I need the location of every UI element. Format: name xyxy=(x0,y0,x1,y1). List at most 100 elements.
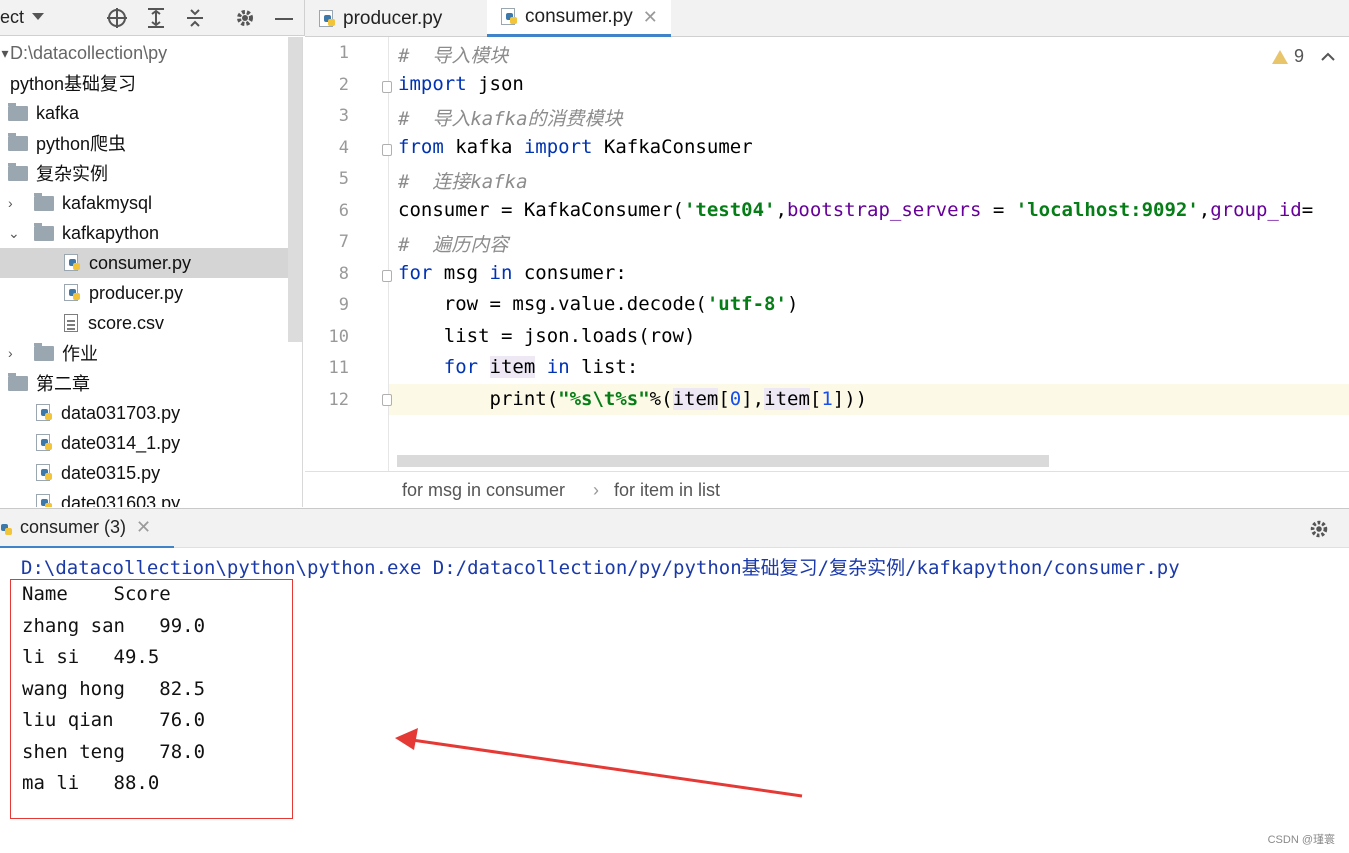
collapse-all-icon[interactable] xyxy=(183,6,207,30)
fold-icon[interactable] xyxy=(382,394,392,406)
chevron-down-icon[interactable] xyxy=(32,13,44,20)
code-line-1[interactable]: # 导入模块 xyxy=(398,41,508,68)
fold-icon[interactable] xyxy=(382,144,392,156)
line-number: 10 xyxy=(328,327,349,347)
tree-item[interactable]: python爬虫 xyxy=(0,128,288,158)
console-command-line: D:\datacollection\python\python.exe D:/d… xyxy=(21,557,1180,579)
folder-icon xyxy=(34,192,54,211)
tree-item[interactable]: date0315.py xyxy=(0,458,288,488)
folder-icon xyxy=(8,132,28,151)
console-output-line: Name Score xyxy=(22,583,171,605)
tree-scrollbar[interactable] xyxy=(288,37,302,342)
tree-item[interactable]: › 作业 xyxy=(0,338,288,368)
code-editor[interactable]: 1 2 3 4 5 6 7 8 9 10 11 12 # 导入模块 import… xyxy=(305,37,1349,471)
line-number: 2 xyxy=(338,75,349,95)
code-line-8[interactable]: for msg in consumer: xyxy=(398,262,627,284)
tree-item[interactable]: date0314_1.py xyxy=(0,428,288,458)
run-tab-label: consumer (3) xyxy=(20,517,127,537)
output-highlight-box: Name Score zhang san 99.0 li si 49.5 wan… xyxy=(10,579,293,819)
close-icon[interactable]: ✕ xyxy=(643,7,658,28)
locate-icon[interactable] xyxy=(105,6,129,30)
project-toolbar: ect xyxy=(0,0,305,36)
python-run-icon xyxy=(0,519,14,537)
breadcrumb-separator: › xyxy=(593,480,599,500)
editor-tab-bar: producer.py consumer.py ✕ xyxy=(305,0,1349,37)
csv-file-icon xyxy=(64,314,78,332)
gear-icon[interactable] xyxy=(1308,518,1330,540)
warning-count: 9 xyxy=(1294,46,1305,66)
chevron-down-icon[interactable]: ⌄ xyxy=(8,225,34,242)
tree-item-selected[interactable]: consumer.py xyxy=(0,248,288,278)
fold-icon[interactable] xyxy=(382,81,392,93)
code-line-12[interactable]: print("%s\t%s"%(item[0],item[1])) xyxy=(398,388,867,410)
expand-all-icon[interactable] xyxy=(144,6,168,30)
code-line-7[interactable]: # 遍历内容 xyxy=(398,230,508,257)
python-file-icon xyxy=(36,464,54,482)
tab-label: consumer.py xyxy=(525,6,633,27)
code-line-11[interactable]: for item in list: xyxy=(398,356,638,378)
console-output-line: zhang san 99.0 xyxy=(22,615,206,637)
python-file-icon xyxy=(64,254,82,272)
minimize-icon[interactable] xyxy=(272,6,296,30)
python-file-icon xyxy=(64,284,82,302)
tree-item[interactable]: kafka xyxy=(0,98,288,128)
code-line-3[interactable]: # 导入kafka的消费模块 xyxy=(398,104,623,131)
project-tree[interactable]: ▾ D:\datacollection\py python基础复习 kafka … xyxy=(0,37,303,507)
run-tab-consumer[interactable]: consumer (3) ✕ xyxy=(0,509,174,549)
line-number: 6 xyxy=(338,201,349,221)
run-console[interactable]: D:\datacollection\python\python.exe D:/d… xyxy=(0,548,1349,853)
inspection-widget[interactable]: 9 xyxy=(1272,46,1336,67)
line-number: 3 xyxy=(338,106,349,126)
code-line-6[interactable]: consumer = KafkaConsumer('test04',bootst… xyxy=(398,199,1313,221)
gear-icon[interactable] xyxy=(233,6,257,30)
breadcrumb-item[interactable]: for msg in consumer xyxy=(402,480,565,501)
tree-item[interactable]: ⌄ kafkapython xyxy=(0,218,288,248)
tree-root[interactable]: ▾ D:\datacollection\py xyxy=(0,38,288,68)
tree-item[interactable]: 复杂实例 xyxy=(0,158,288,188)
watermark: CSDN @瑾寰 xyxy=(1267,834,1335,846)
tab-producer[interactable]: producer.py xyxy=(305,0,485,37)
code-line-10[interactable]: list = json.loads(row) xyxy=(398,325,696,347)
line-number: 11 xyxy=(328,358,349,378)
line-gutter: 1 2 3 4 5 6 7 8 9 10 11 12 xyxy=(305,37,392,471)
code-line-2[interactable]: import json xyxy=(398,73,524,95)
chevron-down-icon[interactable]: ▾ xyxy=(0,45,10,62)
chevron-right-icon[interactable]: › xyxy=(8,195,34,211)
code-line-4[interactable]: from kafka import KafkaConsumer xyxy=(398,136,753,158)
python-file-icon xyxy=(501,8,519,26)
line-number: 9 xyxy=(338,295,349,315)
console-output-line: ma li 88.0 xyxy=(22,772,160,794)
line-number: 4 xyxy=(338,138,349,158)
tree-item[interactable]: data031703.py xyxy=(0,398,288,428)
editor-horizontal-scrollbar[interactable] xyxy=(397,455,1049,467)
code-line-9[interactable]: row = msg.value.decode('utf-8') xyxy=(398,293,799,315)
line-number: 1 xyxy=(338,43,349,63)
chevron-right-icon[interactable]: › xyxy=(8,345,34,361)
console-output-line: wang hong 82.5 xyxy=(22,678,206,700)
tree-item[interactable]: producer.py xyxy=(0,278,288,308)
folder-icon xyxy=(34,342,54,361)
tree-item[interactable]: › kafakmysql xyxy=(0,188,288,218)
tree-item[interactable]: 第二章 xyxy=(0,368,288,398)
project-view-label[interactable]: ect xyxy=(0,7,24,28)
close-icon[interactable]: ✕ xyxy=(136,517,151,538)
line-number: 12 xyxy=(328,390,349,410)
python-file-icon xyxy=(36,494,54,507)
folder-icon xyxy=(8,162,28,181)
code-line-5[interactable]: # 连接kafka xyxy=(398,167,528,194)
tab-consumer[interactable]: consumer.py ✕ xyxy=(487,0,671,37)
breadcrumb: for msg in consumer › for item in list xyxy=(305,471,1349,507)
annotation-arrow-icon xyxy=(395,728,803,798)
console-output-line: liu qian 76.0 xyxy=(22,709,206,731)
folder-icon xyxy=(34,222,54,241)
run-panel-header: consumer (3) ✕ xyxy=(0,508,1349,549)
tree-item[interactable]: score.csv xyxy=(0,308,288,338)
python-file-icon xyxy=(319,9,337,28)
console-output-line: li si 49.5 xyxy=(22,646,160,668)
line-number: 5 xyxy=(338,169,349,189)
tree-item[interactable]: python基础复习 xyxy=(0,68,288,98)
breadcrumb-item[interactable]: for item in list xyxy=(614,480,720,501)
tree-item[interactable]: date031603.py xyxy=(0,488,288,507)
fold-icon[interactable] xyxy=(382,270,392,282)
chevron-up-icon[interactable] xyxy=(1320,51,1336,63)
